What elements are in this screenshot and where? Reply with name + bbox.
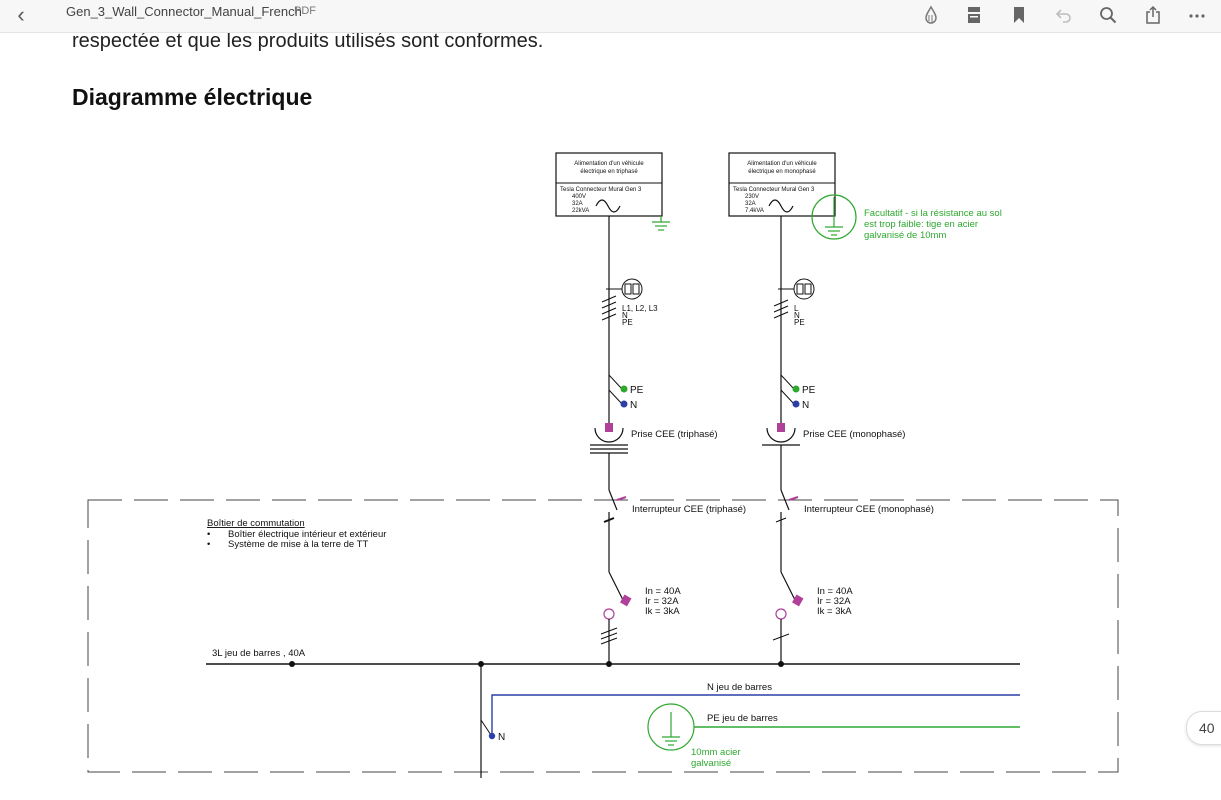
supply-tri-device: Tesla Connecteur Mural Gen 3 [560, 187, 642, 193]
switch-tri-label: Interrupteur CEE (triphasé) [632, 504, 746, 515]
supply-mono-title-2: électrique en monophasé [748, 169, 816, 175]
back-chevron-icon[interactable]: ‹ [8, 2, 34, 28]
document-title: Gen_3_Wall_Connector_Manual_French [66, 4, 302, 19]
diagram-drawing: Alimentation d'un véhicule électrique en… [87, 152, 1119, 778]
ground-symbol [652, 216, 670, 231]
document-type-label: PDF [294, 5, 316, 17]
energy-meter-mono [778, 278, 815, 300]
supply-tri-title-1: Alimentation d'un véhicule [574, 161, 644, 167]
supply-mono-title-1: Alimentation d'un véhicule [747, 161, 817, 167]
supply-tri-title-2: électrique en triphasé [580, 169, 638, 175]
more-icon[interactable] [1183, 1, 1211, 29]
switch-mono-label: Interrupteur CEE (monophasé) [804, 504, 934, 515]
socket-tri-label: Prise CEE (triphasé) [631, 429, 718, 440]
socket-mono-label: Prise CEE (monophasé) [803, 429, 905, 440]
pe-label-mono: PE [802, 385, 816, 396]
ground-rod-label-1: 10mm acier [691, 747, 741, 758]
undo-icon[interactable] [1050, 1, 1078, 29]
svg-text:•: • [207, 539, 210, 550]
ink-drop-icon[interactable] [917, 1, 945, 29]
supply-tri-v1: 400V [572, 194, 586, 200]
top-toolbar: ‹ Gen_3_Wall_Connector_Manual_French PDF [0, 0, 1221, 33]
supply-tri-v2: 32A [572, 201, 583, 207]
optional-ground-rod-symbol [811, 194, 857, 240]
share-icon[interactable] [1139, 1, 1167, 29]
page-layout-icon[interactable] [960, 1, 988, 29]
optional-note-3: galvanisé de 10mm [864, 230, 946, 241]
mono-conductors-3: PE [794, 318, 805, 327]
supply-mono-v2: 32A [745, 201, 756, 207]
supply-tri-v3: 22kVA [572, 208, 589, 214]
breaker-mono-ik: Ik = 3kA [817, 606, 852, 617]
busbar-3l-label: 3L jeu de barres , 40A [212, 648, 306, 659]
supply-mono-v1: 230V [745, 194, 759, 200]
pe-label-tri: PE [630, 385, 644, 396]
supply-mono-v3: 7.4kVA [745, 208, 764, 214]
energy-meter-tri [606, 278, 643, 300]
ground-rod-label-2: galvanisé [691, 758, 731, 769]
optional-note-2: est trop faible: tige en acier [864, 219, 978, 230]
bookmark-icon[interactable] [1005, 1, 1033, 29]
page-number-badge[interactable]: 40 [1186, 711, 1221, 745]
optional-note-1: Facultatif - si la résistance au sol [864, 208, 1002, 219]
n-label-tri: N [630, 400, 637, 411]
breaker-tri-ik: Ik = 3kA [645, 606, 680, 617]
n-label-mono: N [802, 400, 809, 411]
electrical-diagram: Alimentation d'un véhicule électrique en… [87, 152, 1119, 778]
search-icon[interactable] [1094, 1, 1122, 29]
ground-rod-symbol [647, 703, 695, 751]
busbar-n-label: N jeu de barres [707, 682, 772, 693]
tri-conductors-3: PE [622, 318, 633, 327]
box-title: Boîtier de commutation [207, 518, 305, 529]
box-item-2: Système de mise à la terre de TT [228, 539, 368, 550]
supply-mono-device: Tesla Connecteur Mural Gen 3 [733, 187, 815, 193]
n-label-busbar: N [498, 732, 505, 743]
busbar-pe-label: PE jeu de barres [707, 713, 778, 724]
